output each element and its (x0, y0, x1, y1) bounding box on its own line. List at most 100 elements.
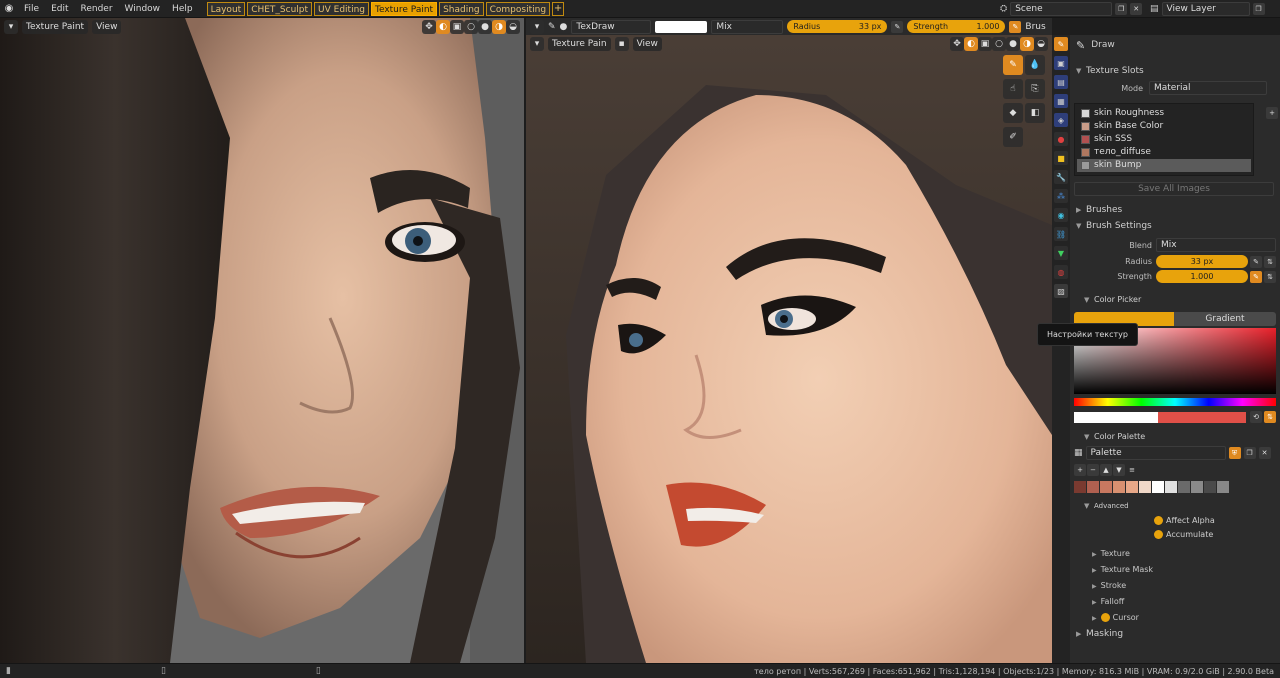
constraints-tab-icon[interactable]: ⛓ (1054, 227, 1068, 241)
tab-uv-editing[interactable]: UV Editing (314, 1, 369, 16)
palette-swatch[interactable] (1152, 481, 1164, 493)
tab-gradient[interactable]: Gradient (1174, 311, 1276, 326)
sort-icon[interactable]: ≡ (1126, 464, 1138, 476)
masking-header[interactable]: ▶ Masking (1070, 626, 1280, 642)
strength-pressure-icon[interactable]: ✎ (1009, 20, 1022, 33)
texture-tab-icon[interactable]: ▨ (1054, 284, 1068, 298)
render-tab-icon[interactable]: ▣ (1054, 56, 1068, 70)
palette-swatch[interactable] (1165, 481, 1177, 493)
palette-swatch[interactable] (1087, 481, 1099, 493)
brush-panel-label[interactable]: Brus (1025, 22, 1045, 32)
draw-tool-icon[interactable]: ✎ (1003, 55, 1023, 75)
palette-swatch[interactable] (1178, 481, 1190, 493)
right-viewport[interactable]: ▾ Texture Pain ▪ View ✥ ◐ ▣ ○ ● ◑ ◒ ✎ 💧 … (526, 35, 1052, 663)
rendered-shading-icon[interactable]: ◒ (506, 19, 520, 34)
texture-mask-subpanel-header[interactable]: ▶ Texture Mask (1070, 562, 1280, 578)
material-tab-icon[interactable]: ◍ (1054, 265, 1068, 279)
palette-swatch[interactable] (1139, 481, 1151, 493)
editor-type-icon-3[interactable]: ▾ (530, 36, 544, 51)
world-tab-icon[interactable]: ● (1054, 132, 1068, 146)
blend-dropdown[interactable]: Mix (1156, 238, 1276, 252)
palette-swatch[interactable] (1126, 481, 1138, 493)
gizmo-icon-2[interactable]: ✥ (950, 36, 964, 51)
brushes-header[interactable]: ▶ Brushes (1070, 202, 1280, 218)
tab-chet-sculpt[interactable]: CHET_Sculpt (247, 1, 313, 16)
mask-toggle-icon[interactable]: ▪ (614, 36, 629, 51)
stroke-subpanel-header[interactable]: ▶ Stroke (1070, 578, 1280, 594)
strength-slider[interactable]: Strength 1.000 (907, 20, 1006, 33)
color-picker-header[interactable]: ▼ Color Picker (1070, 292, 1280, 308)
strength-unit-icon[interactable]: ⇅ (1264, 270, 1276, 283)
clone-tool-icon[interactable]: ⎘ (1025, 79, 1045, 99)
mask-tool-icon[interactable]: ◧ (1025, 103, 1045, 123)
tab-layout[interactable]: Layout (206, 1, 246, 16)
solid-shading-icon-2[interactable]: ● (1006, 36, 1020, 51)
soften-tool-icon[interactable]: 💧 (1025, 55, 1045, 75)
fake-user-icon[interactable]: ⛨ (1228, 447, 1241, 459)
color-palette-header[interactable]: ▼ Color Palette (1070, 429, 1280, 445)
advanced-header[interactable]: ▼ Advanced (1070, 498, 1280, 514)
accumulate-checkbox[interactable]: Accumulate (1070, 528, 1280, 542)
xray-icon[interactable]: ▣ (450, 19, 464, 34)
palette-swatch[interactable] (1204, 481, 1216, 493)
secondary-color[interactable] (1158, 411, 1246, 423)
solid-shading-icon[interactable]: ● (478, 19, 492, 34)
move-up-icon[interactable]: ▲ (1100, 464, 1112, 476)
overlay-icon-2[interactable]: ◐ (964, 36, 978, 51)
duplicate-palette-icon[interactable]: ❐ (1243, 447, 1256, 459)
move-down-icon[interactable]: ▼ (1113, 464, 1125, 476)
tab-shading[interactable]: Shading (439, 1, 484, 16)
output-tab-icon[interactable]: ▤ (1054, 75, 1068, 89)
strength-pen-icon[interactable]: ✎ (1250, 270, 1262, 283)
primary-color-swatch[interactable] (655, 20, 708, 33)
hue-slider[interactable] (1074, 398, 1276, 406)
new-view-layer-icon[interactable]: ❐ (1252, 3, 1265, 15)
material-shading-icon[interactable]: ◑ (492, 19, 506, 34)
object-tab-icon[interactable]: ■ (1054, 151, 1068, 165)
mode-dropdown[interactable]: Material (1149, 81, 1267, 95)
tab-compositing[interactable]: Compositing (485, 1, 551, 16)
brush-settings-header[interactable]: ▼ Brush Settings (1070, 218, 1280, 234)
list-item[interactable]: skin SSS (1077, 133, 1251, 146)
menu-window[interactable]: Window (119, 0, 167, 18)
rendered-shading-icon-2[interactable]: ◒ (1034, 36, 1048, 51)
scene-field[interactable]: Scene (1010, 2, 1113, 16)
affect-alpha-checkbox[interactable]: Affect Alpha (1070, 514, 1280, 528)
list-item[interactable]: skin Roughness (1077, 107, 1251, 120)
blend-mode-dropdown[interactable]: Mix (711, 19, 784, 34)
material-shading-icon-2[interactable]: ◑ (1020, 36, 1034, 51)
list-item[interactable]: skin Bump (1077, 159, 1251, 172)
view-layer-field[interactable]: View Layer (1161, 2, 1250, 16)
delete-scene-icon[interactable]: ✕ (1130, 3, 1143, 15)
radius-field[interactable]: 33 px (1156, 255, 1248, 268)
blender-logo-icon[interactable]: ◉ (0, 3, 18, 14)
palette-swatch[interactable] (1074, 481, 1086, 493)
right-mode-dropdown[interactable]: Texture Pain (548, 36, 611, 51)
radius-unit-icon[interactable]: ⇅ (1264, 255, 1276, 268)
radius-pressure-icon[interactable]: ✎ (891, 20, 904, 33)
right-view-menu[interactable]: View (632, 36, 662, 51)
new-scene-icon[interactable]: ❐ (1115, 3, 1128, 15)
unlink-palette-icon[interactable]: ✕ (1258, 447, 1271, 459)
palette-swatch[interactable] (1191, 481, 1203, 493)
cursor-subpanel-header[interactable]: ▶ Cursor (1070, 610, 1280, 626)
menu-file[interactable]: File (18, 0, 45, 18)
scene-tab-icon[interactable]: ◈ (1054, 113, 1068, 127)
xray-icon-2[interactable]: ▣ (978, 36, 992, 51)
remove-color-icon[interactable]: − (1087, 464, 1099, 476)
save-all-images-button[interactable]: Save All Images (1074, 182, 1274, 196)
cursor-toggle-icon[interactable] (1100, 613, 1110, 622)
add-color-icon[interactable]: + (1074, 464, 1086, 476)
modifier-tab-icon[interactable]: 🔧 (1054, 170, 1068, 184)
add-workspace-button[interactable]: + (552, 1, 565, 16)
radius-pen-icon[interactable]: ✎ (1250, 255, 1262, 268)
editor-type-icon-2[interactable]: ▾ (530, 19, 544, 34)
swap-colors-icon[interactable]: ⟲ (1250, 411, 1262, 423)
radius-slider[interactable]: Radius 33 px (787, 20, 888, 33)
left-viewport[interactable]: ▾ Texture Paint View ✥ ◐ ▣ ○ ● ◑ ◒ (0, 18, 524, 663)
palette-swatch[interactable] (1113, 481, 1125, 493)
gizmo-icon[interactable]: ✥ (422, 19, 436, 34)
particles-tab-icon[interactable]: ⁂ (1054, 189, 1068, 203)
brush-name-field[interactable]: TexDraw (571, 19, 652, 34)
menu-edit[interactable]: Edit (45, 0, 74, 18)
